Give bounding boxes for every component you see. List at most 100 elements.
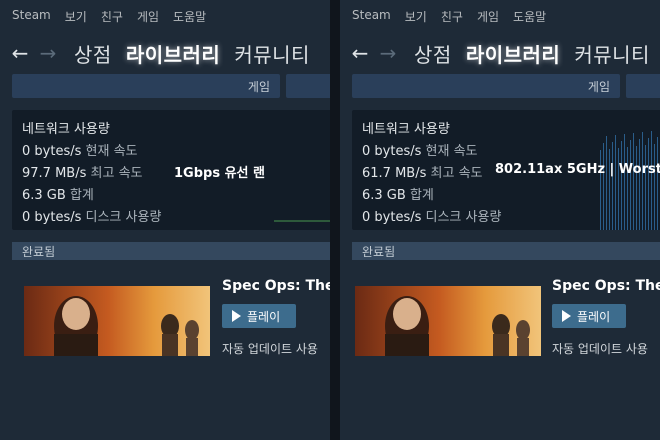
games-filter-label: 게임	[587, 79, 610, 94]
max-speed-value: 61.7 MB/s	[362, 166, 427, 181]
menu-help[interactable]: 도움말	[513, 8, 546, 28]
network-usage-panel: 네트워크 사용량 0 bytes/s 현재 속도 61.7 MB/s 최고 속도…	[352, 110, 660, 230]
total-row: 6.3 GB 합계	[22, 184, 94, 203]
forward-arrow-icon[interactable]: →	[376, 41, 400, 65]
network-graph-bar	[615, 135, 616, 230]
subbar-extra[interactable]	[286, 74, 330, 98]
menu-games[interactable]: 게임	[477, 8, 499, 28]
back-arrow-icon[interactable]: ←	[8, 41, 32, 65]
disk-usage-label: 디스크 사용량	[425, 210, 502, 225]
games-filter-dropdown[interactable]: 게임	[12, 74, 280, 98]
completed-label: 완료됨	[362, 244, 396, 259]
network-graph-bar	[627, 147, 628, 230]
completed-label: 완료됨	[22, 244, 56, 259]
game-art-image	[24, 286, 210, 356]
completed-section-header[interactable]: 완료됨	[352, 242, 660, 260]
total-value: 6.3 GB	[22, 188, 66, 203]
total-label: 합계	[409, 188, 434, 203]
forward-arrow-icon[interactable]: →	[36, 41, 60, 65]
network-title: 네트워크 사용량	[362, 122, 450, 137]
total-label: 합계	[69, 188, 94, 203]
current-speed-row: 0 bytes/s 현재 속도	[22, 140, 138, 159]
menu-games[interactable]: 게임	[137, 8, 159, 28]
play-label: 플레이	[577, 309, 611, 324]
menu-view[interactable]: 보기	[65, 8, 87, 28]
steam-window-right: Steam 보기 친구 게임 도움말 ← → 상점 라이브러리 커뮤니티 게임 …	[340, 0, 660, 440]
nav-library[interactable]: 라이브러리	[126, 39, 221, 68]
auto-update-status: 자동 업데이트 사용	[222, 342, 318, 356]
disk-usage-row: 0 bytes/s 디스크 사용량	[362, 206, 501, 225]
network-graph-bar	[606, 136, 607, 230]
nav-store[interactable]: 상점	[414, 39, 452, 68]
network-graph-bar	[603, 143, 604, 230]
max-speed-row: 97.7 MB/s 최고 속도	[22, 162, 143, 181]
library-subbar: 게임	[352, 74, 660, 98]
network-graph-bar	[642, 132, 643, 230]
menu-friends[interactable]: 친구	[101, 8, 123, 28]
subbar-extra[interactable]	[626, 74, 660, 98]
nav-bar: ← → 상점 라이브러리 커뮤니티	[0, 36, 330, 70]
games-filter-label: 게임	[247, 79, 270, 94]
game-cover-art[interactable]	[355, 286, 541, 356]
max-speed-label: 최고 속도	[430, 166, 483, 181]
game-title[interactable]: Spec Ops: The	[222, 278, 330, 294]
total-row: 6.3 GB 합계	[362, 184, 434, 203]
network-title: 네트워크 사용량	[22, 122, 110, 137]
current-speed-label: 현재 속도	[425, 144, 478, 159]
network-graph-bar	[624, 134, 625, 230]
completed-section-header[interactable]: 완료됨	[12, 242, 330, 260]
total-value: 6.3 GB	[362, 188, 406, 203]
play-button[interactable]: 플레이	[552, 304, 626, 328]
network-graph-bar	[630, 140, 631, 230]
steam-window-left: Steam 보기 친구 게임 도움말 ← → 상점 라이브러리 커뮤니티 게임 …	[0, 0, 330, 440]
nav-store[interactable]: 상점	[74, 39, 112, 68]
network-graph-bar	[651, 131, 652, 230]
current-speed-label: 현재 속도	[85, 144, 138, 159]
menu-view[interactable]: 보기	[405, 8, 427, 28]
connection-caption: 1Gbps 유선 랜	[174, 166, 265, 181]
library-subbar: 게임	[12, 74, 330, 98]
menu-friends[interactable]: 친구	[441, 8, 463, 28]
menu-help[interactable]: 도움말	[173, 8, 206, 28]
network-graph-bar	[612, 142, 613, 230]
current-speed-value: 0 bytes/s	[362, 144, 422, 159]
menu-bar: Steam 보기 친구 게임 도움말	[340, 8, 546, 28]
menu-steam[interactable]: Steam	[12, 8, 51, 28]
game-cover-art[interactable]	[24, 286, 210, 356]
play-button[interactable]: 플레이	[222, 304, 296, 328]
play-label: 플레이	[247, 309, 281, 324]
panel-divider	[330, 0, 340, 440]
menu-bar: Steam 보기 친구 게임 도움말	[0, 8, 206, 28]
connection-caption: 802.11ax 5GHz | Worst	[495, 162, 660, 177]
network-graph-line	[274, 220, 330, 222]
nav-library[interactable]: 라이브러리	[466, 39, 561, 68]
nav-community[interactable]: 커뮤니티	[574, 39, 650, 68]
games-filter-dropdown[interactable]: 게임	[352, 74, 620, 98]
network-graph-bar	[633, 133, 634, 230]
disk-usage-value: 0 bytes/s	[22, 210, 82, 225]
network-graph-bar	[636, 146, 637, 230]
nav-community[interactable]: 커뮤니티	[234, 39, 310, 68]
max-speed-value: 97.7 MB/s	[22, 166, 87, 181]
auto-update-status: 자동 업데이트 사용	[552, 342, 648, 356]
max-speed-row: 61.7 MB/s 최고 속도	[362, 162, 483, 181]
disk-usage-label: 디스크 사용량	[85, 210, 162, 225]
game-art-image	[355, 286, 541, 356]
network-graph-bar	[621, 141, 622, 230]
current-speed-value: 0 bytes/s	[22, 144, 82, 159]
current-speed-row: 0 bytes/s 현재 속도	[362, 140, 478, 159]
network-graph-bar	[618, 148, 619, 230]
back-arrow-icon[interactable]: ←	[348, 41, 372, 65]
network-graph-bar	[648, 138, 649, 230]
max-speed-label: 최고 속도	[90, 166, 143, 181]
network-graph-bar	[657, 137, 658, 230]
game-title[interactable]: Spec Ops: The	[552, 278, 660, 294]
network-graph-bar	[654, 144, 655, 230]
play-icon	[232, 310, 241, 322]
disk-usage-row: 0 bytes/s 디스크 사용량	[22, 206, 161, 225]
play-icon	[562, 310, 571, 322]
menu-steam[interactable]: Steam	[352, 8, 391, 28]
network-graph-bar	[645, 145, 646, 230]
network-graph-bar	[639, 139, 640, 230]
network-usage-panel: 네트워크 사용량 0 bytes/s 현재 속도 97.7 MB/s 최고 속도…	[12, 110, 330, 230]
